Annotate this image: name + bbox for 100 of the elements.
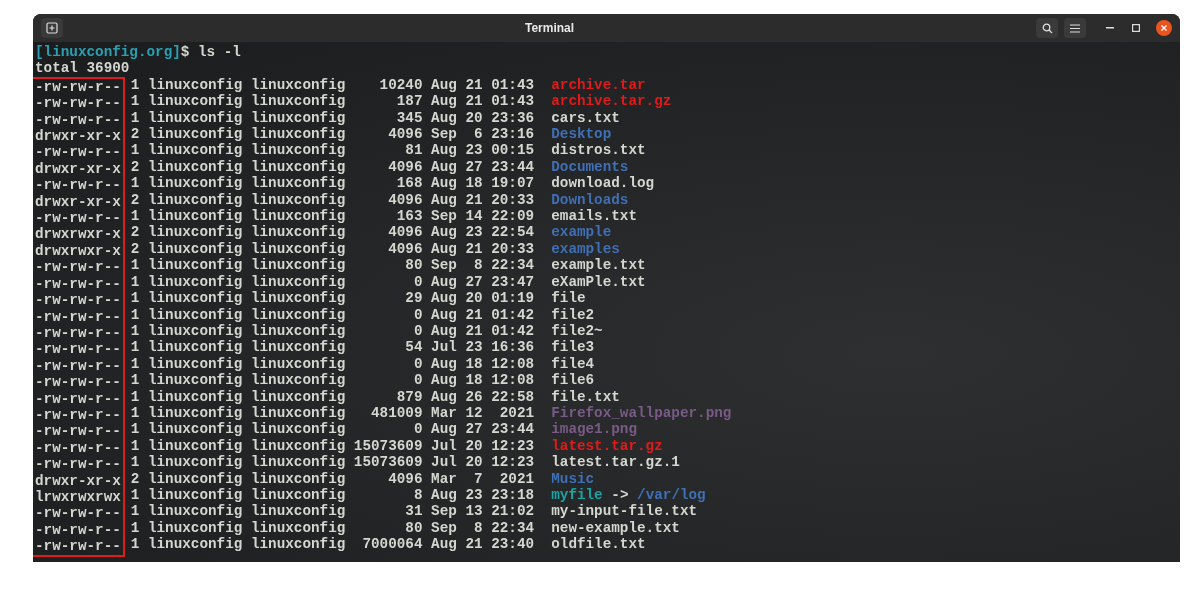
- search-button[interactable]: [1036, 18, 1058, 38]
- window-title: Terminal: [524, 20, 575, 37]
- file-name: cars.txt: [551, 109, 620, 126]
- file-name: latest.tar.gz.1: [551, 454, 680, 471]
- permission-text: -rw-rw-r--: [35, 374, 121, 391]
- file-details: 1 linuxconfig linuxconfig 481009 Mar 12 2021: [130, 404, 535, 421]
- permission-text: drwxrwxr-x: [35, 226, 121, 243]
- permission-text: -rw-rw-r--: [35, 357, 121, 375]
- menu-button[interactable]: [1064, 18, 1086, 38]
- file-details: 1 linuxconfig linuxconfig 879 Aug 26 22:58: [130, 388, 535, 405]
- file-name: file2: [551, 306, 595, 323]
- file-name: emails.txt: [551, 208, 637, 225]
- file-details: 2 linuxconfig linuxconfig 4096 Aug 23 22:54: [130, 224, 535, 241]
- permission-text: drwxr-xr-x: [35, 160, 121, 178]
- file-name: my-input-file.txt: [551, 503, 698, 520]
- command-text: $ ls -l: [180, 44, 241, 60]
- file-name: example.txt: [551, 257, 646, 274]
- permission-text: -rw-rw-r--: [35, 292, 121, 309]
- permission-text: drwxr-xr-x: [35, 128, 121, 145]
- menu-icon: [1070, 23, 1080, 33]
- permission-text: -rw-rw-r--: [35, 390, 121, 407]
- file-details: 1 linuxconfig linuxconfig 345 Aug 20 23:36: [130, 109, 535, 126]
- permission-text: lrwxrwxrwx: [35, 488, 121, 506]
- file-details: 1 linuxconfig linuxconfig 10240 Aug 21 01:43: [130, 76, 535, 93]
- file-name: Documents: [551, 158, 629, 175]
- file-details: 2 linuxconfig linuxconfig 4096 Aug 21 20:33: [130, 240, 535, 257]
- file-name: file3: [551, 339, 595, 356]
- permission-text: -rw-rw-r--: [35, 324, 121, 342]
- file-details: 1 linuxconfig linuxconfig 163 Sep 14 22:09: [130, 208, 535, 225]
- permission-text: -rw-rw-r--: [35, 111, 121, 129]
- file-name: new-example.txt: [551, 519, 680, 536]
- file-details: 2 linuxconfig linuxconfig 4096 Aug 21 20:33: [130, 191, 535, 208]
- link-arrow: ->: [611, 486, 629, 503]
- file-name: latest.tar.gz: [551, 437, 663, 454]
- file-details: 1 linuxconfig linuxconfig 7000064 Aug 21 23:40: [130, 536, 535, 553]
- permission-text: -rw-rw-r--: [35, 341, 121, 358]
- permission-text: -rw-rw-r--: [35, 177, 121, 194]
- file-details: 2 linuxconfig linuxconfig 4096 Aug 27 23:44: [130, 158, 535, 175]
- file-details: 1 linuxconfig linuxconfig 80 Sep 8 22:34: [130, 257, 535, 274]
- file-name: image1.png: [551, 421, 637, 438]
- permission-text: -rw-rw-r--: [35, 95, 121, 112]
- file-details: 1 linuxconfig linuxconfig 0 Aug 21 01:42: [130, 322, 535, 339]
- permission-text: -rw-rw-r--: [35, 439, 121, 457]
- permission-text: -rw-rw-r--: [35, 406, 121, 424]
- permission-text: -rw-rw-r--: [35, 275, 121, 293]
- file-details: 1 linuxconfig linuxconfig 0 Aug 18 12:08: [130, 372, 535, 389]
- file-details: 1 linuxconfig linuxconfig 0 Aug 27 23:44: [130, 421, 535, 438]
- file-name: file6: [551, 372, 595, 389]
- file-name: file: [551, 290, 586, 307]
- file-name: Desktop: [551, 126, 612, 143]
- file-name: distros.txt: [551, 142, 646, 159]
- file-details: 1 linuxconfig linuxconfig 31 Sep 13 21:02: [130, 503, 535, 520]
- file-details: 1 linuxconfig linuxconfig 168 Aug 18 19:07: [130, 175, 535, 192]
- link-target: /var/log: [637, 486, 706, 503]
- file-details: 1 linuxconfig linuxconfig 81 Aug 23 00:15: [130, 142, 535, 159]
- minimize-icon: [1106, 27, 1114, 29]
- file-name: eXamPle.txt: [551, 273, 646, 290]
- file-name: oldfile.txt: [551, 536, 646, 553]
- file-name: archive.tar.gz: [551, 93, 672, 110]
- file-name: file.txt: [551, 388, 620, 405]
- file-details: 2 linuxconfig linuxconfig 4096 Sep 6 23:16: [130, 126, 535, 143]
- file-details: 1 linuxconfig linuxconfig 0 Aug 27 23:47: [130, 273, 535, 290]
- permission-text: drwxr-xr-x: [35, 472, 121, 489]
- file-details: 1 linuxconfig linuxconfig 15073609 Jul 20 12:23: [130, 437, 535, 454]
- maximize-icon: [1132, 24, 1140, 32]
- file-details: 1 linuxconfig linuxconfig 0 Aug 18 12:08: [130, 355, 535, 372]
- permission-text: -rw-rw-r--: [35, 259, 121, 276]
- file-details: 1 linuxconfig linuxconfig 187 Aug 21 01:43: [130, 93, 535, 110]
- prompt-host: [linuxconfig.org]: [35, 44, 181, 60]
- permission-text: -rw-rw-r--: [35, 78, 121, 96]
- file-name: Firefox_wallpaper.png: [551, 404, 732, 421]
- file-details: 1 linuxconfig linuxconfig 29 Aug 20 01:19: [130, 290, 535, 307]
- permission-text: drwxr-xr-x: [35, 193, 121, 211]
- file-name: myfile: [551, 486, 603, 503]
- permission-text: -rw-rw-r--: [35, 456, 121, 473]
- permission-text: -rw-rw-r--: [35, 144, 121, 161]
- file-name: file4: [551, 355, 595, 372]
- permission-text: -rw-rw-r--: [35, 308, 121, 325]
- new-tab-button[interactable]: [41, 18, 63, 38]
- file-name: archive.tar: [551, 76, 646, 93]
- file-details: 1 linuxconfig linuxconfig 8 Aug 23 23:18: [130, 486, 535, 503]
- plus-tab-icon: [46, 22, 58, 34]
- file-name: download.log: [551, 175, 655, 192]
- file-name: examples: [551, 240, 620, 257]
- output-text: total 36900: [35, 60, 130, 77]
- file-name: Music: [551, 470, 595, 487]
- permission-text: drwxrwxr-x: [35, 242, 121, 260]
- file-details: 1 linuxconfig linuxconfig 15073609 Jul 20 12:23: [130, 454, 535, 471]
- close-button[interactable]: [1156, 20, 1172, 36]
- file-name: file2~: [551, 322, 603, 339]
- file-details: 1 linuxconfig linuxconfig 54 Jul 23 16:36: [130, 339, 535, 356]
- file-details: 1 linuxconfig linuxconfig 80 Sep 8 22:34: [130, 519, 535, 536]
- file-name: example: [551, 224, 612, 241]
- permission-text: -rw-rw-r--: [35, 538, 121, 555]
- permission-text: -rw-rw-r--: [35, 423, 121, 440]
- file-details: 1 linuxconfig linuxconfig 0 Aug 21 01:42: [130, 306, 535, 323]
- close-icon: [1161, 25, 1167, 31]
- permission-text: -rw-rw-r--: [35, 210, 121, 227]
- file-details: 2 linuxconfig linuxconfig 4096 Mar 7 2021: [130, 470, 535, 487]
- search-icon: [1041, 22, 1053, 34]
